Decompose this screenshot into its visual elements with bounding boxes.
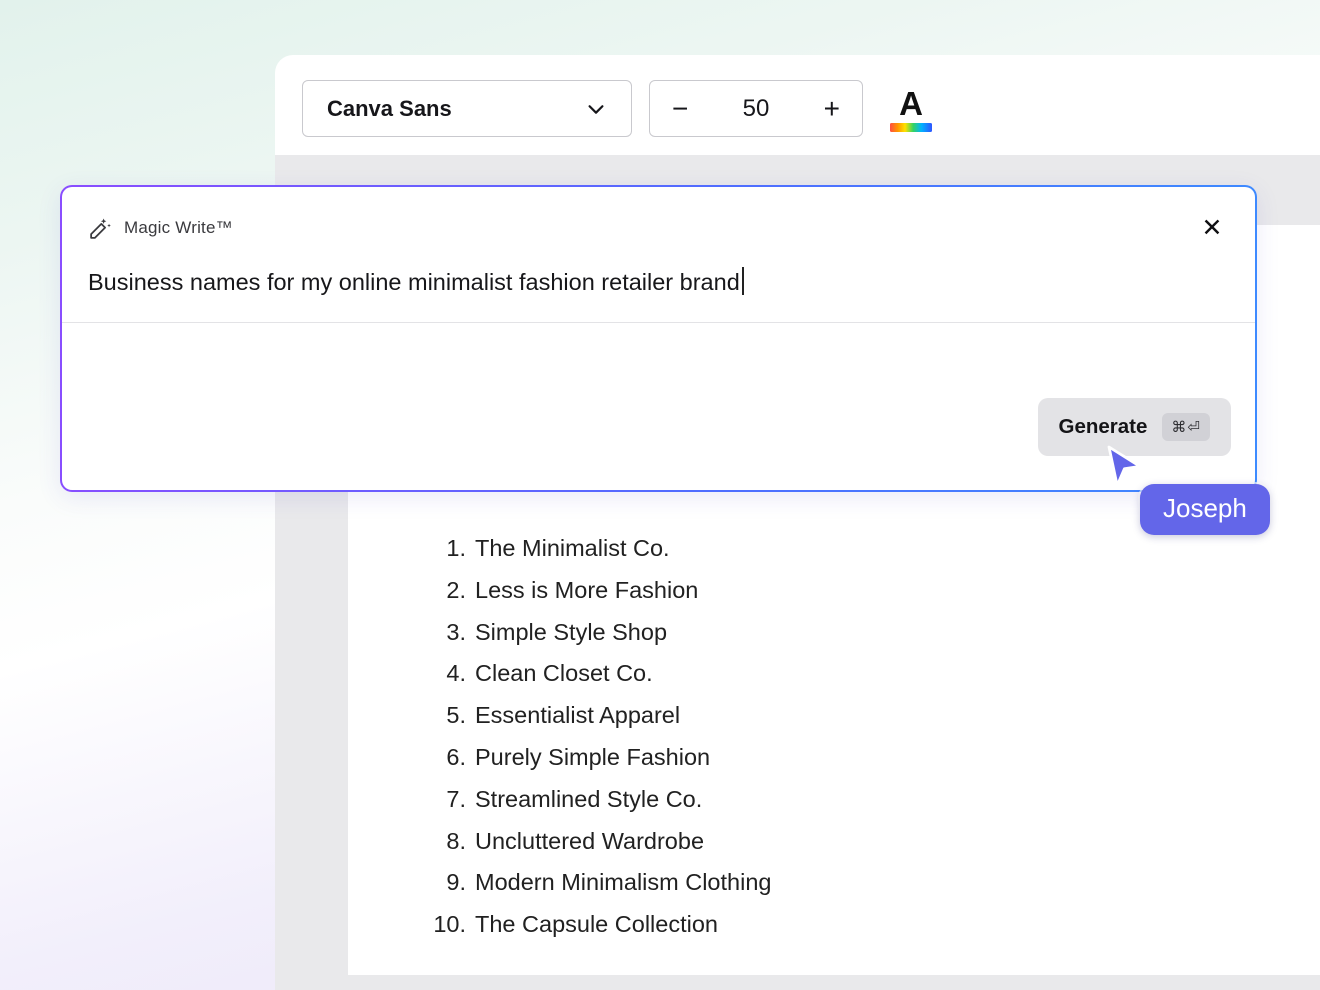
list-item-text: Clean Closet Co.: [475, 653, 653, 695]
list-item-number: 3.: [418, 612, 466, 654]
list-item-number: 2.: [418, 570, 466, 612]
magic-write-title: Magic Write™: [124, 218, 233, 238]
list-item: 1.The Minimalist Co.: [418, 528, 771, 570]
font-family-value: Canva Sans: [327, 96, 452, 122]
rainbow-color-bar: [890, 123, 932, 132]
generate-button-label: Generate: [1059, 415, 1148, 439]
magic-write-header: Magic Write™ ✕: [62, 187, 1255, 253]
collaborator-cursor-icon: [1100, 442, 1148, 497]
list-item-text: Simple Style Shop: [475, 612, 667, 654]
list-item-text: Purely Simple Fashion: [475, 737, 710, 779]
list-item-number: 6.: [418, 737, 466, 779]
list-item-number: 4.: [418, 653, 466, 695]
list-item-number: 10.: [418, 904, 466, 946]
list-item-text: Uncluttered Wardrobe: [475, 821, 704, 863]
text-caret: [742, 267, 744, 295]
magic-write-prompt-input[interactable]: Business names for my online minimalist …: [62, 253, 1255, 322]
magic-wand-icon: [88, 216, 113, 241]
magic-write-dialog-body: Magic Write™ ✕ Business names for my onl…: [62, 187, 1255, 490]
magic-write-footer: Generate ⌘⏎: [62, 323, 1255, 490]
list-item: 7.Streamlined Style Co.: [418, 779, 771, 821]
text-color-button[interactable]: A: [890, 85, 932, 132]
list-item-number: 5.: [418, 695, 466, 737]
text-color-letter: A: [899, 87, 923, 120]
toolbar-panel: Canva Sans − 50 + A: [275, 55, 1320, 155]
text-format-toolbar: Canva Sans − 50 + A: [302, 80, 932, 137]
magic-write-dialog: Magic Write™ ✕ Business names for my onl…: [60, 185, 1257, 492]
list-item-number: 8.: [418, 821, 466, 863]
generated-list[interactable]: 1.The Minimalist Co.2.Less is More Fashi…: [418, 528, 771, 946]
list-item: 8.Uncluttered Wardrobe: [418, 821, 771, 863]
list-item-number: 7.: [418, 779, 466, 821]
list-item-text: Less is More Fashion: [475, 570, 698, 612]
list-item-number: 9.: [418, 862, 466, 904]
list-item: 9.Modern Minimalism Clothing: [418, 862, 771, 904]
font-size-value[interactable]: 50: [743, 95, 770, 123]
chevron-down-icon: [585, 98, 607, 120]
font-size-stepper: − 50 +: [649, 80, 863, 137]
list-item: 2.Less is More Fashion: [418, 570, 771, 612]
list-item-text: Modern Minimalism Clothing: [475, 862, 771, 904]
list-item: 10.The Capsule Collection: [418, 904, 771, 946]
collaborator-name-tag: Joseph: [1140, 484, 1270, 535]
list-item-text: The Capsule Collection: [475, 904, 718, 946]
close-icon[interactable]: ✕: [1195, 211, 1229, 245]
font-family-dropdown[interactable]: Canva Sans: [302, 80, 632, 137]
list-item-text: Streamlined Style Co.: [475, 779, 702, 821]
list-item: 6.Purely Simple Fashion: [418, 737, 771, 779]
list-item: 4.Clean Closet Co.: [418, 653, 771, 695]
list-item-number: 1.: [418, 528, 466, 570]
list-item: 3.Simple Style Shop: [418, 612, 771, 654]
decrease-font-size-button[interactable]: −: [672, 95, 688, 123]
list-item-text: Essentialist Apparel: [475, 695, 680, 737]
increase-font-size-button[interactable]: +: [824, 95, 840, 123]
list-item: 5.Essentialist Apparel: [418, 695, 771, 737]
canva-editor: Canva Sans − 50 + A 1.The Minimalist Co.…: [0, 0, 1320, 990]
keyboard-shortcut-badge: ⌘⏎: [1162, 413, 1210, 441]
list-item-text: The Minimalist Co.: [475, 528, 670, 570]
prompt-text: Business names for my online minimalist …: [88, 269, 740, 295]
